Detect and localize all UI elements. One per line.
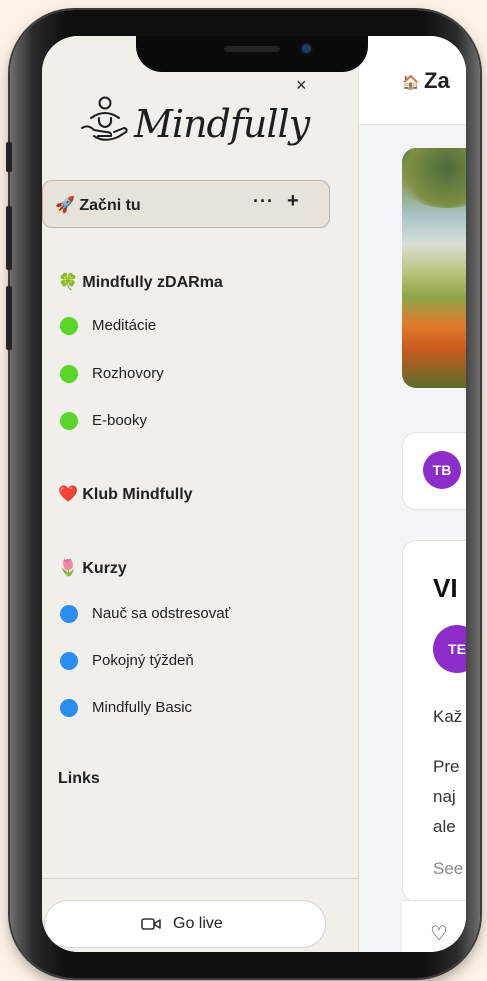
post-text: ale xyxy=(433,817,456,836)
post-actions-bar: ♡ xyxy=(402,900,466,952)
status-dot xyxy=(60,412,78,430)
speaker-grille xyxy=(224,46,280,52)
phone-side-button-volume-up xyxy=(6,206,12,270)
video-camera-icon xyxy=(141,918,161,930)
status-dot xyxy=(60,317,78,335)
section-heading-mindfully-zdarma[interactable]: 🍀 Mindfully zDARma xyxy=(58,272,223,292)
post-card[interactable]: VI TE Kaž Pre naj ale See xyxy=(402,540,466,902)
avatar: TB xyxy=(423,451,461,489)
sidebar-item-label: Meditácie xyxy=(92,317,157,334)
brand-logo: Mindfully xyxy=(78,86,310,158)
status-dot xyxy=(60,605,78,623)
phone-notch xyxy=(136,36,368,72)
sidebar-drawer: × Mindfully 🚀 Začni tu ··· + 🍀 Mindfully… xyxy=(42,36,359,952)
house-icon[interactable]: 🏠 xyxy=(402,74,419,91)
avatar: TE xyxy=(433,625,466,673)
sidebar-item-label: Mindfully Basic xyxy=(92,699,193,716)
status-dot xyxy=(60,652,78,670)
sidebar-item-label: E-booky xyxy=(92,412,148,429)
hero-image xyxy=(402,148,466,388)
post-title: VI xyxy=(433,573,458,603)
meditation-hand-icon xyxy=(81,96,128,141)
brand-name: Mindfully xyxy=(134,102,310,146)
phone-side-button-volume-down xyxy=(6,286,12,350)
section-heading-kurzy[interactable]: 🌷 Kurzy xyxy=(58,558,127,578)
see-more-link[interactable]: See xyxy=(433,859,463,879)
add-icon[interactable]: + xyxy=(287,190,299,213)
heart-icon[interactable]: ♡ xyxy=(430,921,448,946)
close-icon[interactable]: × xyxy=(296,76,307,94)
front-camera xyxy=(302,44,311,53)
phone-screen: 🏠 Za TB VI TE Kaž Pre naj ale See ♡ × Mi… xyxy=(42,36,466,952)
post-text: Pre xyxy=(433,757,460,776)
sidebar-item-label: Pokojný týždeň xyxy=(92,652,194,669)
sidebar-item-klub-mindfully[interactable]: ❤️ Klub Mindfully xyxy=(58,484,193,504)
main-content: 🏠 Za TB VI TE Kaž Pre naj ale See ♡ xyxy=(358,36,466,952)
post-composer-card[interactable]: TB xyxy=(402,432,466,510)
go-live-label: Go live xyxy=(173,915,223,932)
post-text: naj xyxy=(433,787,456,806)
sidebar-item-label: Rozhovory xyxy=(92,365,164,382)
divider xyxy=(42,878,358,879)
sidebar-item-label: Nauč sa odstresovať xyxy=(92,605,231,622)
main-header: 🏠 Za xyxy=(358,36,466,125)
sidebar-item-label: 🚀 Začni tu xyxy=(55,197,141,214)
phone-side-button-mute xyxy=(6,142,12,172)
more-options-icon[interactable]: ··· xyxy=(253,191,274,212)
page-title: Za xyxy=(424,68,450,93)
status-dot xyxy=(60,699,78,717)
sidebar-item-zacni-tu[interactable]: 🚀 Začni tu ··· + xyxy=(42,180,330,228)
post-text: Kaž xyxy=(433,707,463,726)
hero-tree xyxy=(402,148,466,208)
status-dot xyxy=(60,365,78,383)
go-live-button[interactable]: Go live xyxy=(44,900,326,948)
section-heading-links: Links xyxy=(58,770,100,787)
